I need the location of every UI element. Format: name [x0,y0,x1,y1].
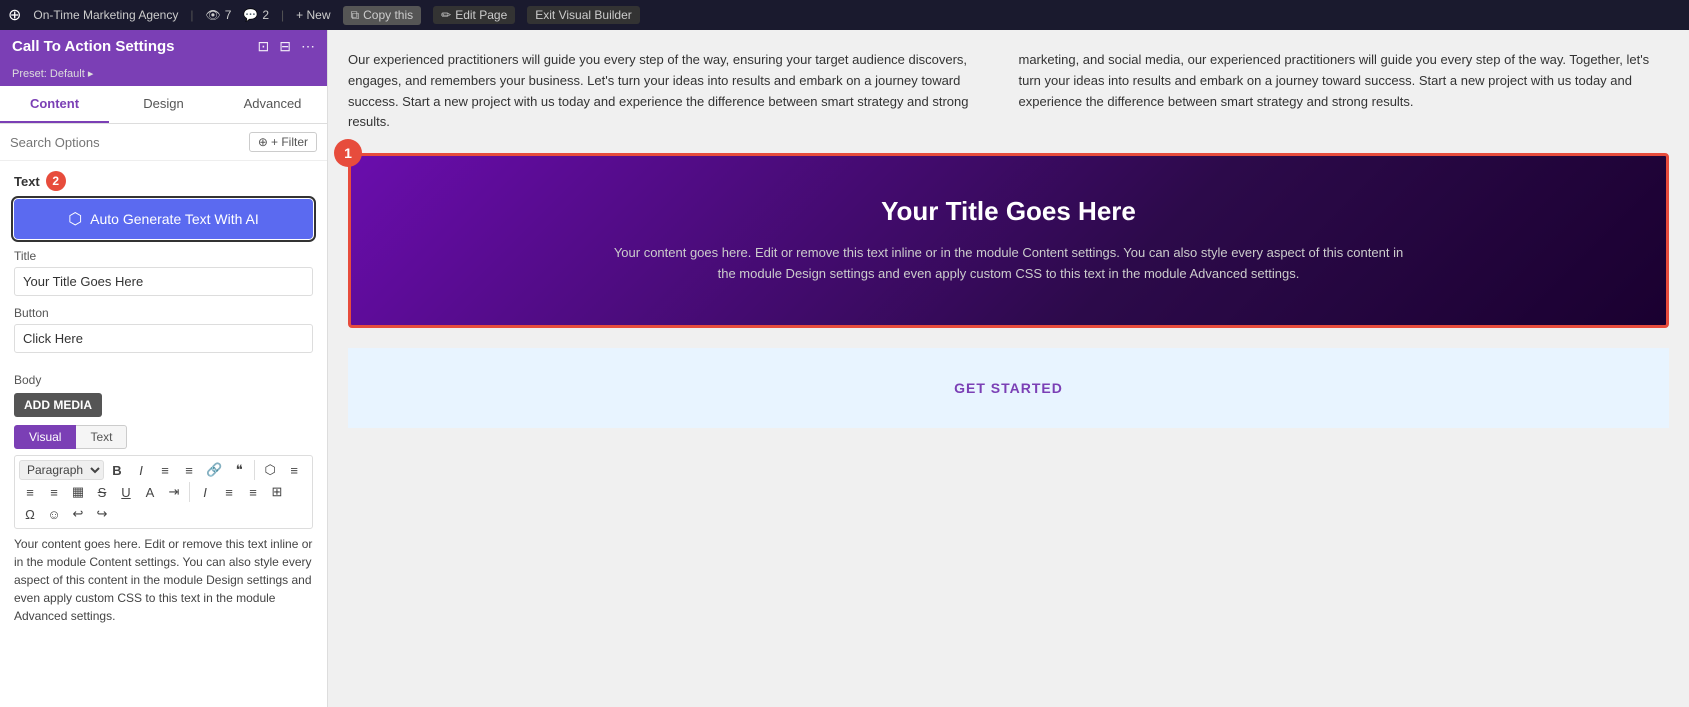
filter-icon: ⊕ [258,135,268,149]
topbar: ⊕ On-Time Marketing Agency | 👁 7 💬 2 | +… [0,0,1689,30]
ai-btn-label: Auto Generate Text With AI [90,211,259,227]
title-section: Title Button [0,249,327,373]
body-section: Body ADD MEDIA Visual Text Paragraph B I [0,373,327,645]
cta-body: Your content goes here. Edit or remove t… [609,243,1409,285]
title-field-group: Title [14,249,313,296]
omega-button[interactable]: Ω [19,504,41,524]
search-input[interactable] [10,135,243,150]
link-button[interactable]: 🔗 [202,460,226,480]
align-right-button[interactable]: ≡ [19,482,41,502]
sidebar-header-icons: ⊡ ⊟ ⋯ [258,38,315,55]
edit-page-button[interactable]: ✏ Edit Page [433,6,515,24]
site-name-item[interactable]: On-Time Marketing Agency [33,8,178,22]
expand-button[interactable]: ⊞ [266,482,288,502]
sidebar-header: Call To Action Settings ⊡ ⊟ ⋯ [0,30,327,63]
main-content: Our experienced practitioners will guide… [328,30,1689,707]
main-layout: Call To Action Settings ⊡ ⊟ ⋯ Preset: De… [0,30,1689,707]
editor-toolbar: Paragraph B I ≡ ≡ 🔗 ❝ ⬡ ≡ ≡ ≡ ▦ S U A ⇥ … [14,455,313,529]
table-button[interactable]: ▦ [67,482,89,502]
edit-label: Edit Page [455,8,507,22]
bold-button[interactable]: B [106,460,128,480]
comments-item[interactable]: 💬 2 [243,8,269,22]
align-center-button[interactable]: ≡ [283,460,305,480]
ai-icon: ⬡ [68,209,82,229]
search-bar: ⊕ + Filter [0,124,327,161]
button-field-group: Button [14,306,313,353]
comment-icon: 💬 [243,8,258,22]
list2-button[interactable]: ≡ [218,482,240,502]
more-icon[interactable]: ⋯ [301,38,315,55]
col2-text: marketing, and social media, our experie… [1019,50,1670,112]
align-left-button[interactable]: ⬡ [259,460,281,480]
copy-label: Copy this [363,8,413,22]
title-label: Title [14,249,313,263]
site-name: On-Time Marketing Agency [33,8,178,22]
wp-icon[interactable]: ⊕ [8,5,21,25]
undo-button[interactable]: ↩ [67,504,89,524]
button-input[interactable] [14,324,313,353]
paragraph-select[interactable]: Paragraph [19,460,104,480]
new-label: + New [296,8,330,22]
sidebar-title: Call To Action Settings [12,38,175,55]
text-section-label: Text 2 [14,171,313,191]
eye-icon: 👁 [205,8,220,22]
cta-title: Your Title Goes Here [881,196,1136,227]
get-started-label: GET STARTED [954,380,1063,396]
filter-label: + Filter [271,135,308,149]
tab-design[interactable]: Design [109,86,218,123]
col1-text: Our experienced practitioners will guide… [348,50,999,133]
add-media-button[interactable]: ADD MEDIA [14,393,102,417]
editor-tabs: Visual Text [14,425,313,449]
align-justify-button[interactable]: ≡ [43,482,65,502]
content-columns: Our experienced practitioners will guide… [348,50,1669,133]
exit-builder-button[interactable]: Exit Visual Builder [527,6,640,24]
add-media-label: ADD MEDIA [24,398,92,412]
editor-tab-text[interactable]: Text [76,425,127,449]
list3-button[interactable]: ≡ [242,482,264,502]
comments-count: 2 [262,8,269,22]
body-text: Your content goes here. Edit or remove t… [14,535,313,635]
preset-label: Preset: Default ▸ [0,63,327,86]
button-label: Button [14,306,313,320]
cta-wrapper: 1 Your Title Goes Here Your content goes… [348,153,1669,328]
toolbar-sep-2 [189,482,190,502]
content-col-2: marketing, and social media, our experie… [1019,50,1670,133]
bottom-strip: GET STARTED [348,348,1669,428]
views-item[interactable]: 👁 7 [205,8,231,22]
italic2-button[interactable]: I [194,482,216,502]
tab-advanced[interactable]: Advanced [218,86,327,123]
ul-button[interactable]: ≡ [154,460,176,480]
copy-button[interactable]: ⧉ Copy this [343,6,422,25]
ol-button[interactable]: ≡ [178,460,200,480]
maximize-icon[interactable]: ⊡ [258,38,270,55]
ai-generate-button[interactable]: ⬡ Auto Generate Text With AI [14,199,313,239]
color-button[interactable]: A [139,482,161,502]
content-col-1: Our experienced practitioners will guide… [348,50,999,133]
text-section: Text 2 ⬡ Auto Generate Text With AI [0,161,327,249]
toolbar-sep-1 [254,460,255,480]
emoji-button[interactable]: ☺ [43,504,65,524]
strike-button[interactable]: S [91,482,113,502]
editor-tab-visual[interactable]: Visual [14,425,76,449]
title-input[interactable] [14,267,313,296]
tab-content[interactable]: Content [0,86,109,123]
quote-button[interactable]: ❝ [228,460,250,480]
cta-module[interactable]: Your Title Goes Here Your content goes h… [348,153,1669,328]
redo-button[interactable]: ↪ [91,504,113,524]
exit-label: Exit Visual Builder [535,8,632,22]
sidebar-tabs: Content Design Advanced [0,86,327,124]
views-count: 7 [225,8,232,22]
expand-icon[interactable]: ⊟ [279,38,291,55]
copy-icon: ⧉ [351,8,360,23]
cta-badge: 1 [334,139,362,167]
underline-button[interactable]: U [115,482,137,502]
filter-button[interactable]: ⊕ + Filter [249,132,317,152]
new-item[interactable]: + New [296,8,330,22]
sidebar: Call To Action Settings ⊡ ⊟ ⋯ Preset: De… [0,30,328,707]
italic-button[interactable]: I [130,460,152,480]
edit-icon: ✏ [441,8,451,22]
body-label: Body [14,373,313,387]
indent-button[interactable]: ⇥ [163,482,185,502]
text-badge: 2 [46,171,66,191]
